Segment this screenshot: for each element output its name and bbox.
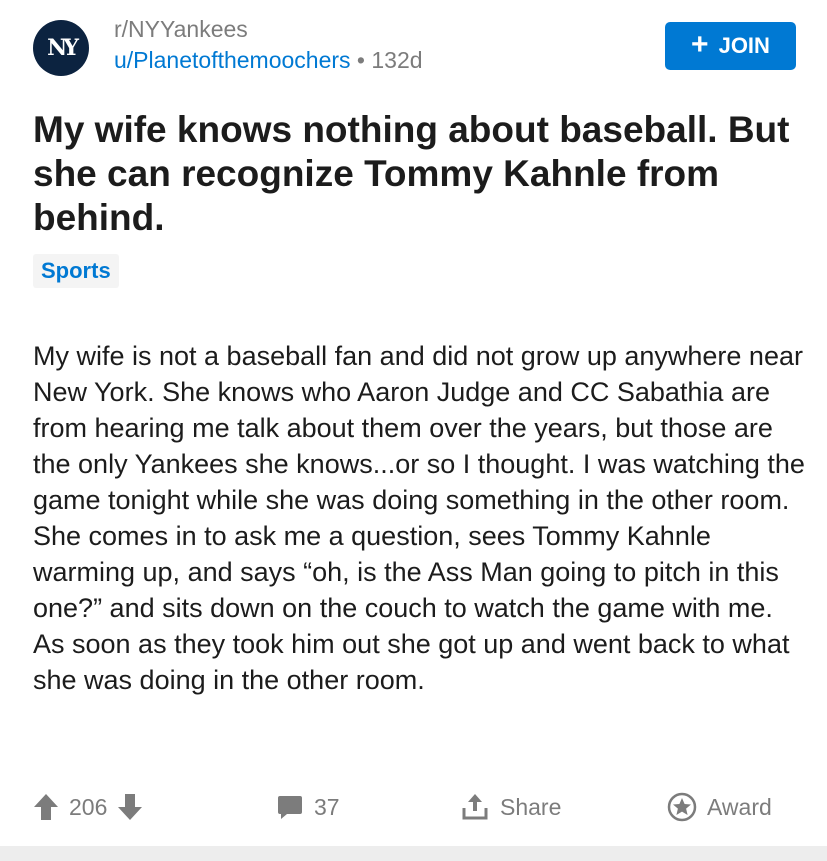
vote-score: 206 (69, 793, 108, 820)
byline-separator: • (350, 47, 372, 73)
comment-count: 37 (314, 793, 340, 820)
post-title[interactable]: My wife knows nothing about baseball. Bu… (33, 108, 793, 240)
subreddit-name[interactable]: r/NYYankees (114, 16, 248, 43)
post-action-bar: 206 37 Share Award (0, 785, 827, 829)
post-body: My wife is not a baseball fan and did no… (33, 341, 805, 695)
comment-icon (276, 793, 304, 821)
share-label: Share (500, 793, 562, 820)
bottom-divider (0, 846, 827, 861)
plus-icon: + (691, 27, 709, 61)
comments-button[interactable]: 37 (276, 785, 340, 829)
vote-controls: 206 (33, 785, 143, 829)
award-label: Award (707, 793, 772, 820)
share-button[interactable]: Share (460, 785, 561, 829)
post-flair[interactable]: Sports (33, 254, 119, 288)
post-byline: u/Planetofthemoochers • 132d (114, 47, 423, 74)
share-icon (460, 792, 490, 822)
author-link[interactable]: u/Planetofthemoochers (114, 47, 351, 73)
upvote-icon[interactable] (33, 793, 59, 821)
join-label: JOIN (718, 33, 770, 58)
subreddit-avatar[interactable]: NY (33, 20, 89, 76)
downvote-icon[interactable] (117, 793, 143, 821)
award-icon (667, 792, 697, 822)
award-button[interactable]: Award (667, 785, 772, 829)
post-age: 132d (371, 47, 423, 73)
join-button[interactable]: + JOIN (665, 22, 796, 70)
